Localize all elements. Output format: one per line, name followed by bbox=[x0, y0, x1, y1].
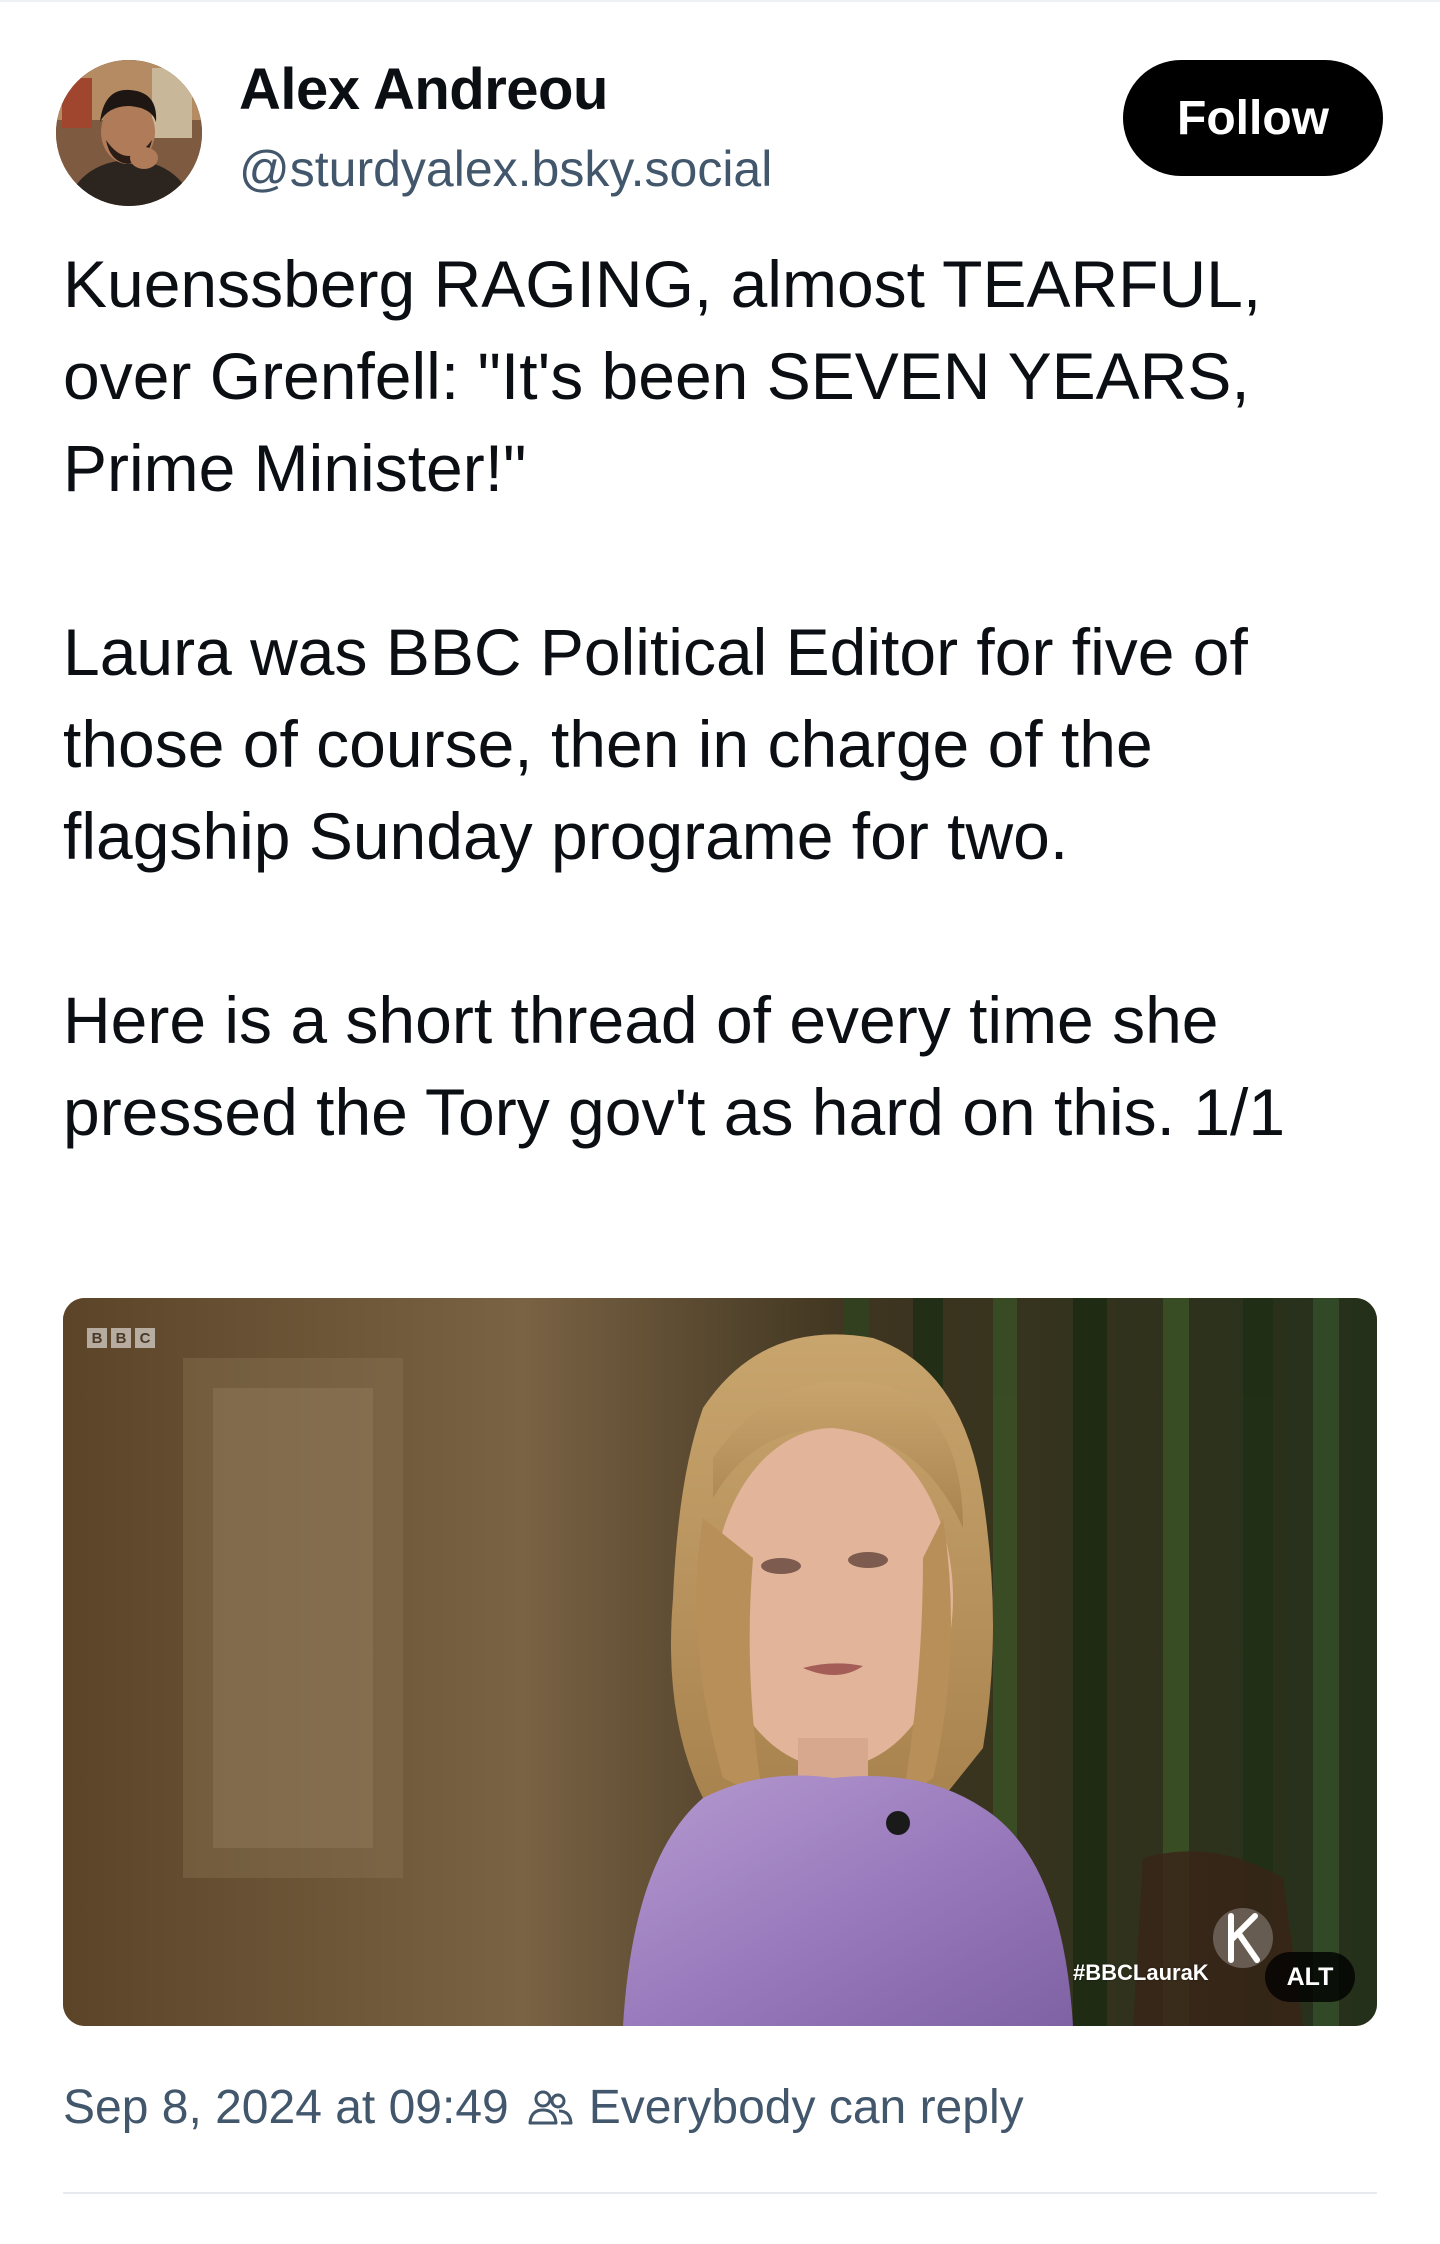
display-name[interactable]: Alex Andreou bbox=[239, 56, 608, 123]
bbc-logo-letter: B bbox=[87, 1328, 107, 1348]
post-text: Kuenssberg RAGING, almost TEARFUL, over … bbox=[63, 238, 1393, 1158]
reply-setting[interactable]: Everybody can reply bbox=[589, 2080, 1024, 2135]
follow-button[interactable]: Follow bbox=[1123, 60, 1383, 176]
timestamp[interactable]: Sep 8, 2024 at 09:49 bbox=[63, 2080, 509, 2135]
bbc-logo-letter: C bbox=[135, 1328, 155, 1348]
hashtag-overlay: #BBCLauraK bbox=[1073, 1960, 1209, 1985]
image-scene bbox=[63, 1298, 1377, 2026]
post-paragraph: Here is a short thread of every time she… bbox=[63, 983, 1286, 1149]
people-icon bbox=[528, 2090, 573, 2124]
user-handle[interactable]: @sturdyalex.bsky.social bbox=[239, 140, 772, 198]
avatar[interactable] bbox=[56, 60, 202, 206]
bbc-logo-letter: B bbox=[111, 1328, 131, 1348]
post-image[interactable]: B B C #BBCLauraK ALT bbox=[63, 1298, 1377, 2026]
stats-divider bbox=[63, 2192, 1377, 2194]
post-paragraph: Kuenssberg RAGING, almost TEARFUL, over … bbox=[63, 247, 1262, 505]
post-paragraph: Laura was BBC Political Editor for five … bbox=[63, 615, 1248, 873]
alt-text-button[interactable]: ALT bbox=[1265, 1952, 1355, 2002]
post-meta: Sep 8, 2024 at 09:49 Everybody can reply bbox=[63, 2080, 1024, 2135]
top-divider bbox=[0, 0, 1440, 2]
avatar-photo bbox=[56, 60, 202, 206]
bbc-logo: B B C bbox=[87, 1328, 155, 1348]
